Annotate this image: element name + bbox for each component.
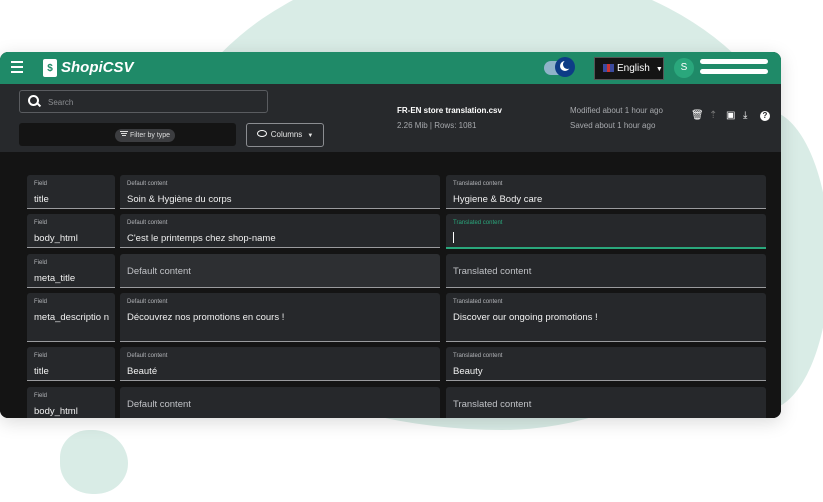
field-cell: Field title bbox=[27, 347, 115, 381]
app-window: $ ShopiCSV English ▼ S Filter by type Col… bbox=[0, 52, 781, 418]
default-content-cell[interactable]: Default content bbox=[120, 254, 440, 288]
text-cursor bbox=[453, 232, 454, 243]
eye-icon bbox=[256, 130, 267, 137]
translated-placeholder: Translated content bbox=[453, 399, 532, 410]
translated-content-cell[interactable]: Translated content bbox=[446, 254, 766, 288]
chevron-down-icon: ▼ bbox=[655, 66, 663, 73]
upload-icon[interactable]: ⇡ bbox=[709, 111, 717, 121]
default-label: Default content bbox=[127, 220, 168, 226]
translated-value[interactable]: Discover our ongoing promotions ! bbox=[453, 311, 741, 325]
field-label: Field bbox=[34, 393, 48, 399]
trash-icon[interactable]: 🗑 bbox=[691, 111, 704, 121]
toolbar: Filter by type Columns ▼ FR-EN store tran… bbox=[0, 84, 781, 152]
default-value: Découvrez nos promotions en cours ! bbox=[127, 312, 285, 323]
translated-content-cell[interactable]: Translated content Beauty bbox=[446, 347, 766, 381]
translated-content-cell[interactable]: Translated content bbox=[446, 387, 766, 418]
filter-area: Filter by type bbox=[19, 123, 236, 146]
field-cell: Field title bbox=[27, 175, 115, 209]
field-label: Field bbox=[34, 220, 48, 226]
translated-label: Translated content bbox=[453, 181, 503, 187]
filter-icon bbox=[120, 131, 128, 136]
default-label: Default content bbox=[127, 353, 168, 359]
field-name: body_html bbox=[34, 233, 78, 244]
logo-icon: $ bbox=[43, 59, 57, 77]
user-info-bar bbox=[700, 59, 768, 64]
default-content-cell: Default content Soin & Hygiène du corps bbox=[120, 175, 440, 209]
default-content-cell: Default content Découvrez nos promotions… bbox=[120, 293, 440, 342]
field-name: meta_descriptio n bbox=[34, 312, 109, 323]
folder-icon[interactable]: ▣ bbox=[726, 111, 735, 121]
field-label: Field bbox=[34, 353, 48, 359]
field-cell: Field meta_title bbox=[27, 254, 115, 288]
default-content-cell: Default content C'est le printemps chez … bbox=[120, 214, 440, 248]
default-placeholder: Default content bbox=[127, 266, 191, 277]
uk-flag-icon bbox=[603, 64, 614, 72]
field-cell: Field meta_descriptio n bbox=[27, 293, 115, 342]
download-icon[interactable]: ⤓ bbox=[743, 111, 747, 121]
filter-by-type-button[interactable]: Filter by type bbox=[115, 129, 176, 142]
translation-grid: Field title Default content Soin & Hygiè… bbox=[0, 152, 781, 418]
columns-button[interactable]: Columns ▼ bbox=[246, 123, 324, 147]
field-label: Field bbox=[34, 299, 48, 305]
top-bar: $ ShopiCSV English ▼ S bbox=[0, 52, 781, 84]
file-name: FR-EN store translation.csv bbox=[397, 106, 502, 115]
translated-label: Translated content bbox=[453, 299, 503, 305]
field-name: meta_title bbox=[34, 273, 76, 284]
language-label: English bbox=[617, 63, 650, 74]
columns-label: Columns bbox=[270, 130, 303, 139]
field-label: Field bbox=[34, 181, 48, 187]
menu-icon[interactable] bbox=[11, 61, 23, 73]
user-info-bar bbox=[700, 69, 768, 74]
moon-icon[interactable] bbox=[555, 57, 575, 77]
background-blob-small bbox=[60, 430, 128, 494]
field-label: Field bbox=[34, 260, 48, 266]
translated-label: Translated content bbox=[453, 220, 503, 226]
default-placeholder: Default content bbox=[127, 399, 191, 410]
translated-value[interactable]: Hygiene & Body care bbox=[453, 193, 741, 207]
search-box[interactable] bbox=[19, 90, 268, 113]
field-name: title bbox=[34, 366, 49, 377]
modified-status: Modified about 1 hour ago bbox=[570, 106, 663, 115]
search-icon bbox=[28, 95, 39, 106]
help-icon[interactable]: ? bbox=[760, 111, 770, 121]
default-value: Soin & Hygiène du corps bbox=[127, 194, 232, 205]
field-name: title bbox=[34, 194, 49, 205]
default-content-cell: Default content Beauté bbox=[120, 347, 440, 381]
default-value: C'est le printemps chez shop-name bbox=[127, 233, 276, 244]
avatar[interactable]: S bbox=[674, 58, 694, 78]
default-label: Default content bbox=[127, 181, 168, 187]
default-label: Default content bbox=[127, 299, 168, 305]
translated-content-cell[interactable]: Translated content Discover our ongoing … bbox=[446, 293, 766, 342]
language-select[interactable]: English ▼ bbox=[594, 57, 664, 80]
translated-content-input-active[interactable]: Translated content bbox=[446, 214, 766, 249]
app-name: ShopiCSV bbox=[61, 59, 134, 76]
translated-label: Translated content bbox=[453, 353, 503, 359]
default-value: Beauté bbox=[127, 366, 158, 377]
saved-status: Saved about 1 hour ago bbox=[570, 121, 656, 130]
chevron-down-icon: ▼ bbox=[307, 133, 314, 139]
field-cell: Field body_html bbox=[27, 214, 115, 248]
default-content-cell[interactable]: Default content bbox=[120, 387, 440, 418]
translated-content-cell[interactable]: Translated content Hygiene & Body care bbox=[446, 175, 766, 209]
field-name: body_html bbox=[34, 406, 78, 417]
field-cell: Field body_html bbox=[27, 387, 115, 418]
translated-value[interactable]: Beauty bbox=[453, 365, 741, 379]
translated-placeholder: Translated content bbox=[453, 266, 532, 277]
filter-label: Filter by type bbox=[130, 132, 171, 139]
file-meta: 2.26 Mib | Rows: 1081 bbox=[397, 121, 477, 130]
search-input[interactable] bbox=[46, 94, 250, 110]
